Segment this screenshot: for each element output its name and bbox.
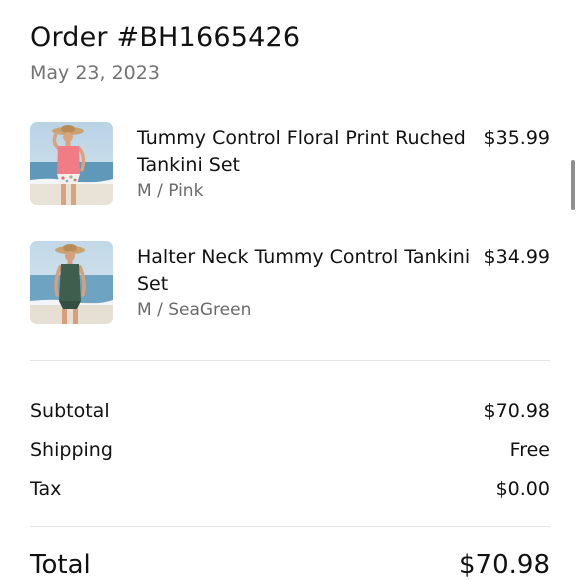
divider (30, 360, 550, 361)
product-price: $34.99 (483, 246, 550, 268)
order-details-page: Order #BH1665426 May 23, 2023 Tummy Cont… (0, 0, 580, 580)
shipping-row: Shipping Free (30, 439, 550, 465)
line-item[interactable]: Halter Neck Tummy Control Tankini Set M … (30, 241, 550, 331)
total-row: Total $70.98 (30, 550, 550, 580)
order-date: May 23, 2023 (30, 62, 160, 84)
subtotal-value: $70.98 (483, 400, 550, 422)
product-thumbnail[interactable] (30, 241, 113, 324)
subtotal-label: Subtotal (30, 400, 110, 422)
product-price: $35.99 (483, 127, 550, 149)
tax-value: $0.00 (495, 478, 550, 500)
divider (30, 526, 550, 527)
product-thumbnail[interactable] (30, 122, 113, 205)
shipping-label: Shipping (30, 439, 113, 461)
product-variant: M / Pink (137, 181, 204, 201)
product-name[interactable]: Tummy Control Floral Print Ruched Tankin… (137, 125, 477, 179)
tax-row: Tax $0.00 (30, 478, 550, 504)
total-value: $70.98 (459, 550, 550, 580)
line-item[interactable]: Tummy Control Floral Print Ruched Tankin… (30, 122, 550, 212)
scrollbar[interactable] (571, 160, 575, 210)
total-label: Total (30, 550, 91, 580)
order-title: Order #BH1665426 (30, 22, 301, 53)
product-variant: M / SeaGreen (137, 300, 252, 320)
subtotal-row: Subtotal $70.98 (30, 400, 550, 426)
product-name[interactable]: Halter Neck Tummy Control Tankini Set (137, 244, 477, 298)
tax-label: Tax (30, 478, 62, 500)
shipping-value: Free (509, 439, 550, 461)
